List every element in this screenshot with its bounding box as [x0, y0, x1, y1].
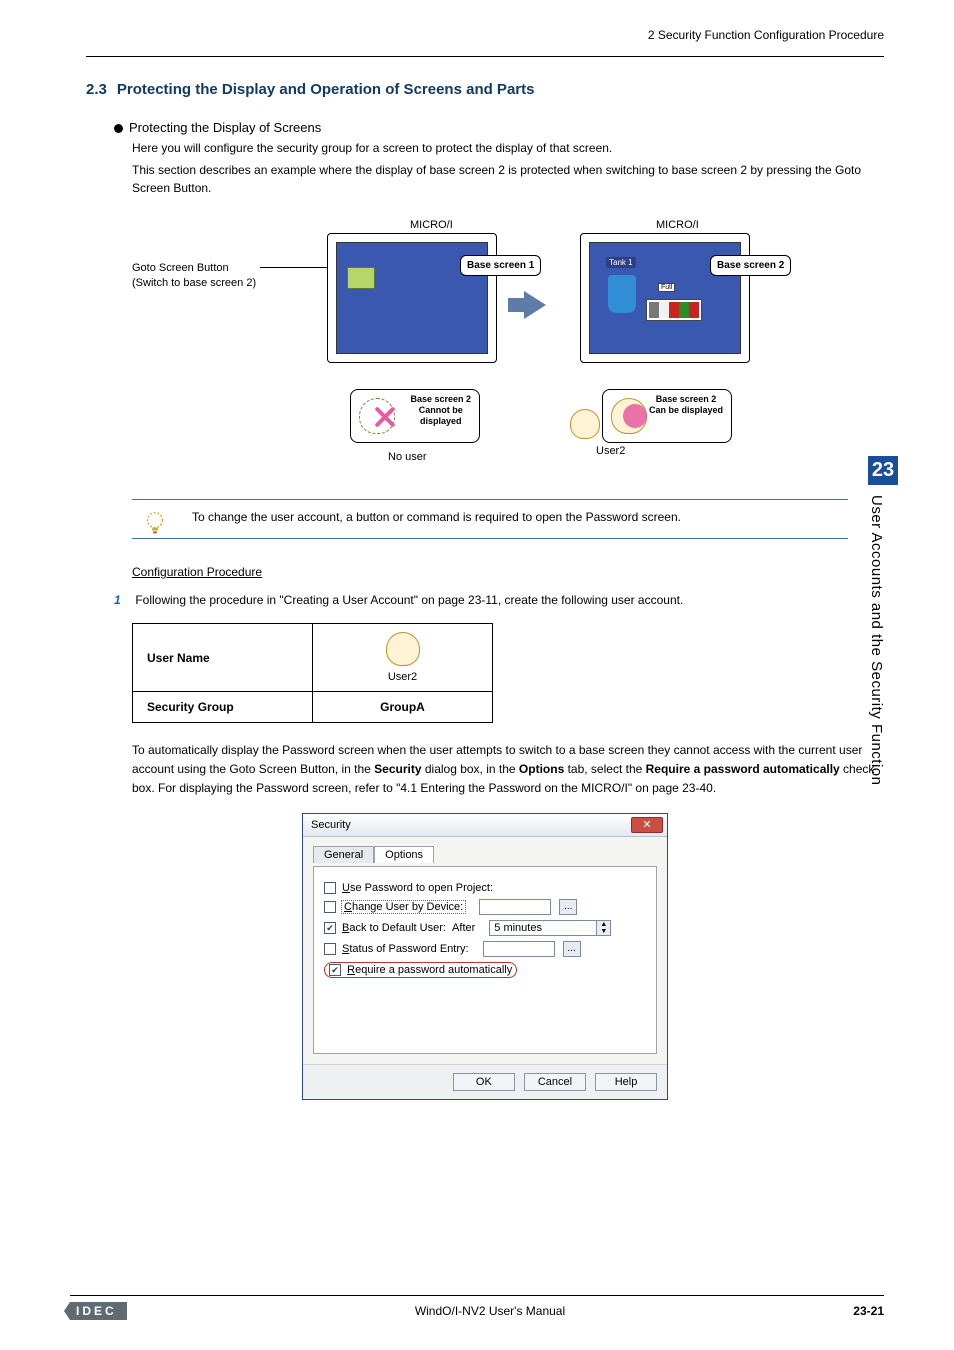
goto-screen-button-icon	[347, 267, 375, 289]
label-status-entry: Status of Password Entry:	[342, 943, 469, 955]
tab-options[interactable]: Options	[374, 846, 434, 863]
cell-username-label: User Name	[133, 624, 313, 692]
cancel-button[interactable]: Cancel	[524, 1073, 586, 1091]
cell-username-value: User2	[313, 624, 493, 692]
cell-secgroup-label: Security Group	[133, 692, 313, 723]
full-tag: Full	[658, 283, 675, 292]
tip-box: To change the user account, a button or …	[132, 499, 848, 539]
chapter-number: 23	[868, 456, 898, 485]
section-number: 2.3	[86, 81, 107, 98]
label-require-auto: Require a password automatically	[344, 964, 512, 976]
section-heading: 2.3 Protecting the Display and Operation …	[86, 81, 884, 98]
tip-text: To change the user account, a button or …	[192, 510, 681, 524]
status-entry-browse-button[interactable]: ...	[563, 941, 581, 957]
label-back-default: Back to Default User: After	[342, 922, 475, 934]
chapter-title: User Accounts and the Security Function	[868, 485, 885, 785]
page-number: 23-21	[853, 1304, 884, 1318]
highlight-oval: Require a password automatically	[324, 962, 517, 978]
step-1-number: 1	[114, 591, 132, 609]
header-divider	[86, 56, 884, 57]
callout-base-screen-2: Base screen 2	[710, 255, 791, 276]
device-left	[327, 233, 497, 363]
label-use-password: UUse Password to open Project:se Passwor…	[342, 882, 493, 894]
user-account-table: User Name User2 Security Group GroupA	[132, 623, 493, 723]
device-right: Tank 1 Full	[580, 233, 750, 363]
dialog-titlebar: Security ✕	[303, 814, 667, 837]
tank-icon	[608, 275, 636, 313]
arrow-right-icon	[524, 291, 546, 319]
table-row: Security Group GroupA	[133, 692, 493, 723]
bullet-icon	[114, 124, 123, 133]
x-mark-icon	[373, 406, 395, 428]
card-cannot-display: Base screen 2 Cannot be displayed	[350, 389, 480, 443]
options-panel: UUse Password to open Project:se Passwor…	[313, 866, 657, 1054]
goto-button-label: Goto Screen Button (Switch to base scree…	[132, 261, 256, 292]
dialog-close-button[interactable]: ✕	[631, 817, 663, 833]
chapter-side-tab: 23 User Accounts and the Security Functi…	[868, 456, 898, 785]
page-footer: IDEC WindO/I-NV2 User's Manual 23-21	[70, 1295, 884, 1320]
step-1: 1 Following the procedure in "Creating a…	[114, 591, 884, 609]
auto-password-paragraph: To automatically display the Password sc…	[132, 741, 884, 799]
card-right-text: Base screen 2 Can be displayed	[649, 394, 723, 416]
change-user-browse-button[interactable]: ...	[559, 899, 577, 915]
section-title-text: Protecting the Display and Operation of …	[117, 81, 535, 98]
tank-label: Tank 1	[606, 257, 636, 268]
security-dialog: Security ✕ GeneralOptions UUse Password …	[302, 813, 668, 1100]
ok-circle-icon	[623, 404, 647, 428]
change-user-device-field[interactable]	[479, 899, 551, 915]
spinner-down-icon[interactable]: ▼	[597, 928, 610, 935]
back-default-spinner[interactable]: ▲▼	[489, 920, 611, 936]
checkbox-use-password[interactable]	[324, 882, 336, 894]
spinner-up-icon[interactable]: ▲	[597, 921, 610, 928]
help-button[interactable]: Help	[595, 1073, 657, 1091]
lightbulb-icon	[140, 508, 170, 538]
intro-line-1: Here you will configure the security gro…	[132, 139, 884, 157]
user2-face-icon-outer	[570, 409, 600, 439]
dialog-tabs: GeneralOptions	[313, 845, 657, 862]
label-change-user: Change User by Device:	[342, 901, 465, 913]
tab-general[interactable]: General	[313, 846, 374, 863]
callout-base-screen-1: Base screen 1	[460, 255, 541, 276]
meters-icon	[646, 299, 702, 321]
user-face-icon	[386, 632, 420, 666]
checkbox-require-auto[interactable]	[329, 964, 341, 976]
manual-title: WindO/I-NV2 User's Manual	[415, 1304, 565, 1318]
cell-secgroup-value: GroupA	[313, 692, 493, 723]
back-default-value[interactable]	[489, 920, 597, 936]
dialog-button-row: OK Cancel Help	[303, 1064, 667, 1099]
subsection-heading: Protecting the Display of Screens	[114, 120, 884, 135]
dialog-title-text: Security	[311, 819, 351, 831]
micro-label-left: MICRO/I	[410, 219, 453, 231]
diagram: Goto Screen Button (Switch to base scree…	[132, 219, 884, 489]
status-entry-field[interactable]	[483, 941, 555, 957]
checkbox-change-user[interactable]	[324, 901, 336, 913]
table-row: User Name User2	[133, 624, 493, 692]
ok-button[interactable]: OK	[453, 1073, 515, 1091]
checkbox-status-entry[interactable]	[324, 943, 336, 955]
micro-label-right: MICRO/I	[656, 219, 699, 231]
intro-line-2: This section describes an example where …	[132, 161, 884, 197]
step-1-text: Following the procedure in "Creating a U…	[135, 593, 683, 607]
subsection-title: Protecting the Display of Screens	[129, 120, 321, 135]
no-user-label: No user	[388, 451, 427, 463]
checkbox-back-default[interactable]	[324, 922, 336, 934]
idec-logo: IDEC	[70, 1302, 127, 1320]
card-can-display: Base screen 2 Can be displayed	[602, 389, 732, 443]
config-procedure-heading: Configuration Procedure	[132, 565, 884, 579]
header-breadcrumb: 2 Security Function Configuration Proced…	[86, 28, 884, 42]
card-left-text: Base screen 2 Cannot be displayed	[410, 394, 471, 426]
user2-caption: User2	[596, 445, 625, 457]
